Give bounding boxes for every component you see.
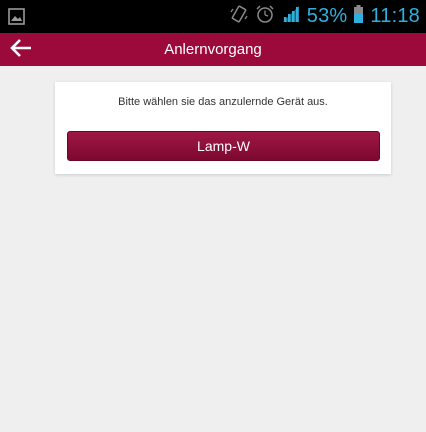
device-selection-card: Bitte wählen sie das anzulernde Gerät au… — [55, 82, 391, 174]
clock-time: 11:18 — [370, 5, 420, 27]
battery-percent: 53% — [306, 5, 348, 27]
instruction-text: Bitte wählen sie das anzulernde Gerät au… — [118, 96, 328, 108]
vibrate-icon — [229, 4, 249, 30]
device-button-lamp-w[interactable]: Lamp-W — [67, 131, 380, 161]
arrow-left-icon — [9, 38, 33, 63]
signal-icon — [281, 4, 301, 30]
battery-icon — [353, 4, 364, 30]
alarm-icon — [255, 4, 275, 30]
device-button-label: Lamp-W — [197, 138, 250, 154]
page-title: Anlernvorgang — [164, 41, 262, 58]
back-button[interactable] — [6, 37, 36, 63]
app-bar: Anlernvorgang — [0, 33, 426, 66]
status-indicators: 53% 11:18 — [229, 0, 420, 33]
status-bar: 53% 11:18 — [0, 0, 426, 33]
image-icon — [8, 8, 25, 30]
